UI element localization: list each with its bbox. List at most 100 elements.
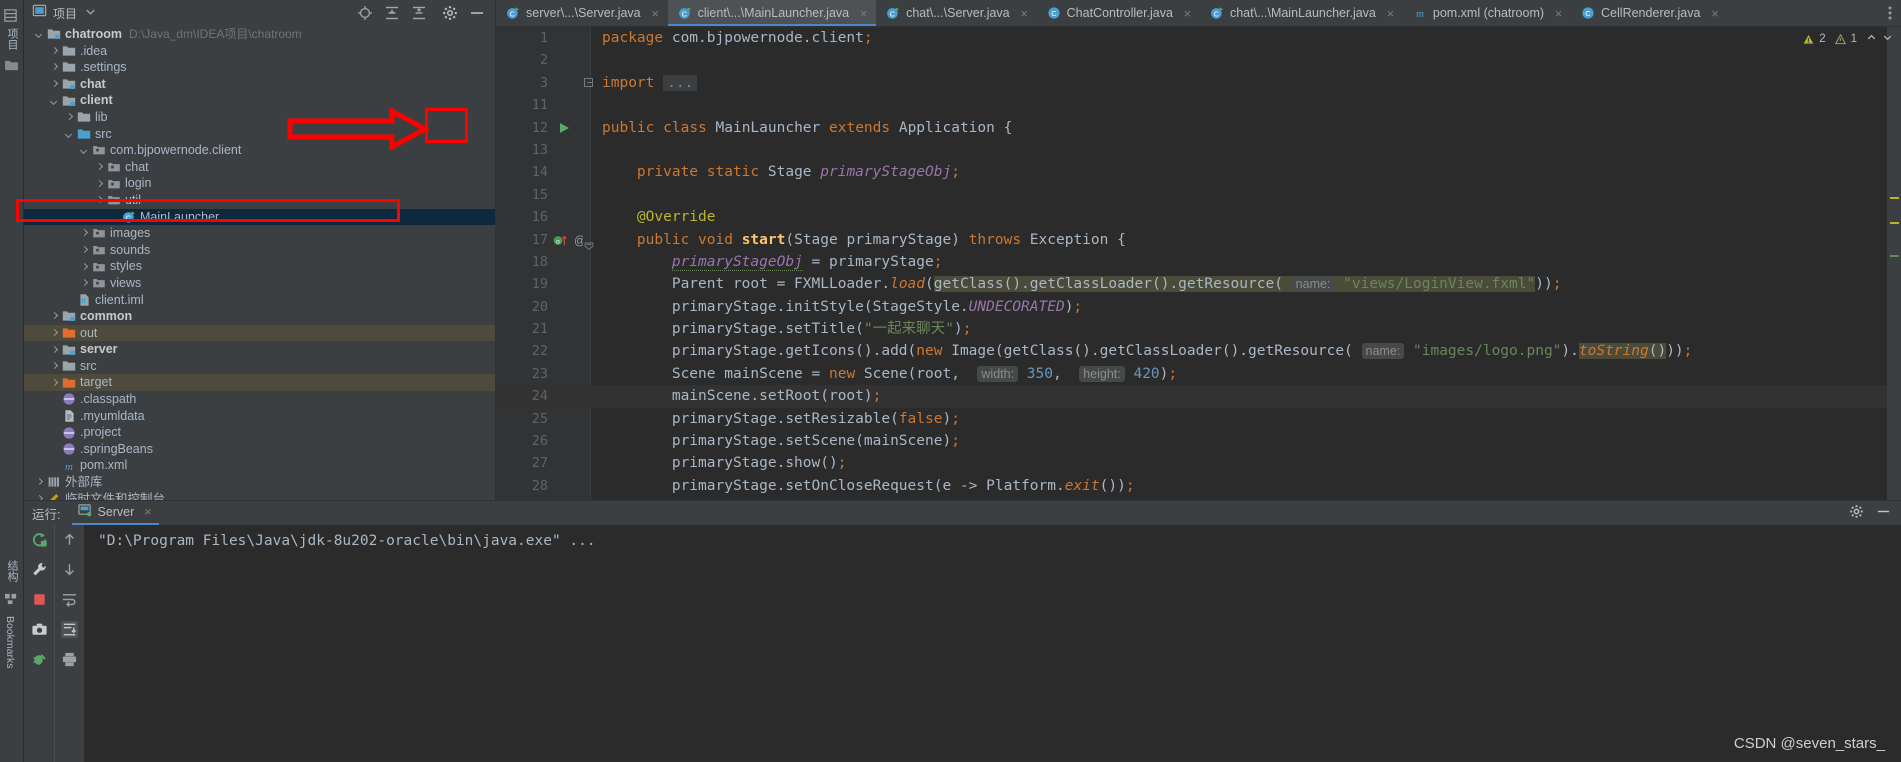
settings-gear-icon[interactable] [442,5,458,21]
inspection-scrollbar[interactable] [1887,27,1901,500]
editor-tab-bar[interactable]: Cserver\...\Server.java × Cclient\...\Main… [496,0,1901,27]
chevron-right-icon[interactable] [79,228,90,239]
editor-tab[interactable]: m pom.xml (chatroom) × [1403,0,1571,26]
code-line[interactable]: 25 primaryStage.setResizable(false); [496,408,1901,430]
code-line[interactable]: 15 [496,184,1901,206]
soft-wrap-icon[interactable] [61,591,78,608]
code-line[interactable]: 13 [496,139,1901,161]
code-line[interactable]: 1 package com.bjpowernode.client; [496,27,1901,49]
close-icon[interactable]: × [650,6,661,21]
chevron-right-icon[interactable] [49,344,60,355]
code-line[interactable]: 26 primaryStage.setScene(mainScene); [496,430,1901,452]
code-editor[interactable]: 1 package com.bjpowernode.client; 2 3 import… [496,27,1901,500]
editor-tab[interactable]: Cchat\...\MainLauncher.java × [1200,0,1403,26]
code-line[interactable]: 16 @Override [496,206,1901,228]
scroll-to-end-icon[interactable] [61,621,78,638]
tree-item[interactable]: .classpath [24,391,495,408]
chevron-right-icon[interactable] [49,361,60,372]
code-line[interactable]: 28 primaryStage.setOnCloseRequest(e -> P… [496,475,1901,497]
debug-bug-icon[interactable] [31,651,48,668]
run-gutter-icon[interactable] [560,122,569,133]
chevron-right-icon[interactable] [34,477,45,488]
tree-item[interactable]: .springBeans [24,441,495,458]
print-icon[interactable] [61,651,78,668]
code-line[interactable]: 27 primaryStage.show(); [496,452,1901,474]
tree-item[interactable]: .settings [24,59,495,76]
editor-tab[interactable]: Cchat\...\Server.java × [876,0,1037,26]
code-line[interactable]: 3 import ... [496,72,1901,94]
code-line[interactable]: 2 [496,49,1901,71]
close-icon[interactable]: × [1019,6,1030,21]
close-icon[interactable]: × [858,6,869,21]
settings-gear-icon[interactable] [1849,504,1864,522]
close-icon[interactable]: × [1709,6,1720,21]
inspection-summary[interactable]: 2 1 [1803,27,1901,51]
code-line[interactable]: 23 Scene mainScene = new Scene(root, wid… [496,363,1901,385]
sidebar-item-bookmarks[interactable]: Bookmarks [4,612,16,673]
tree-item[interactable]: target [24,374,495,392]
editor-tab[interactable]: C ChatController.java × [1037,0,1200,26]
chevron-right-icon[interactable] [94,162,105,173]
code-content[interactable]: 1 package com.bjpowernode.client; 2 3 import… [496,27,1901,500]
chevron-right-icon[interactable] [79,261,90,272]
scroll-down-icon[interactable] [61,561,78,578]
chevron-right-icon[interactable] [94,195,105,206]
editor-tab[interactable]: Cserver\...\Server.java × [496,0,668,26]
inspection-mark-warning[interactable] [1890,197,1899,199]
locate-icon[interactable] [357,5,373,21]
code-fold-expand-icon[interactable] [584,77,593,87]
editor-tab[interactable]: C CellRenderer.java × [1571,0,1727,26]
scroll-up-icon[interactable] [61,531,78,548]
hide-panel-icon[interactable] [1876,504,1891,522]
tree-item[interactable]: login [24,175,495,192]
close-icon[interactable]: × [1553,6,1564,21]
chevron-down-icon[interactable] [49,95,60,106]
expand-all-icon[interactable] [384,5,400,21]
tree-item[interactable]: client [24,92,495,109]
more-vertical-icon[interactable] [1879,0,1901,26]
sidebar-item-structure[interactable]: 结构 [4,556,20,586]
tree-item[interactable]: styles [24,258,495,275]
tree-item[interactable]: 外部库 [24,474,495,491]
console-output[interactable]: "D:\Program Files\Java\jdk-8u202-oracle\… [84,525,1901,762]
sidebar-item-project[interactable]: 项目 [4,24,20,54]
editor-tab[interactable]: Cclient\...\MainLauncher.java × [667,0,877,26]
chevron-right-icon[interactable] [49,377,60,388]
chevron-right-icon[interactable] [49,327,60,338]
tree-item[interactable]: chat [24,76,495,93]
hide-panel-icon[interactable] [469,5,485,21]
chevron-down-icon[interactable] [64,128,75,139]
run-side-toolbar[interactable] [24,525,84,762]
rerun-icon[interactable] [31,531,48,548]
chevron-right-icon[interactable] [49,311,60,322]
code-line[interactable]: 14 private static Stage primaryStageObj; [496,161,1901,183]
tree-item[interactable]: m pom.xml [24,457,495,474]
chevron-right-icon[interactable] [64,112,75,123]
tree-item[interactable]: common [24,308,495,325]
tree-item[interactable]: src [24,358,495,375]
code-line[interactable]: 12 public class MainLauncher extends Appl… [496,117,1901,139]
code-line[interactable]: 19 Parent root = FXMLLoader.load(getClas… [496,273,1901,295]
tree-item[interactable]: .idea [24,43,495,60]
run-tab-server[interactable]: Server × [72,501,160,525]
camera-icon[interactable] [31,621,48,638]
inspection-mark-info[interactable] [1890,255,1899,257]
tree-item[interactable]: server [24,341,495,358]
chevron-down-icon[interactable] [79,145,90,156]
close-icon[interactable]: × [1182,6,1193,21]
code-fold-icon[interactable] [584,236,594,250]
close-icon[interactable]: × [1385,6,1396,21]
code-line[interactable]: 18 primaryStageObj = primaryStage; [496,251,1901,273]
chevron-down-icon[interactable] [1882,32,1893,46]
code-line[interactable]: 21 primaryStage.setTitle("一起来聊天"); [496,318,1901,340]
code-line[interactable]: 17 o @ public void start(Stage primaryStag… [496,229,1901,251]
tree-item[interactable]: util [24,192,495,209]
chevron-right-icon[interactable] [49,79,60,90]
tree-item[interactable]: sounds [24,242,495,259]
code-line[interactable]: 20 primaryStage.initStyle(StageStyle.UND… [496,296,1901,318]
inspection-mark-warning[interactable] [1890,222,1899,224]
tree-item[interactable]: images [24,225,495,242]
code-line[interactable]: 24 mainScene.setRoot(root); [496,385,1901,408]
tree-item[interactable]: client.iml [24,292,495,309]
code-line[interactable]: 11 [496,94,1901,116]
